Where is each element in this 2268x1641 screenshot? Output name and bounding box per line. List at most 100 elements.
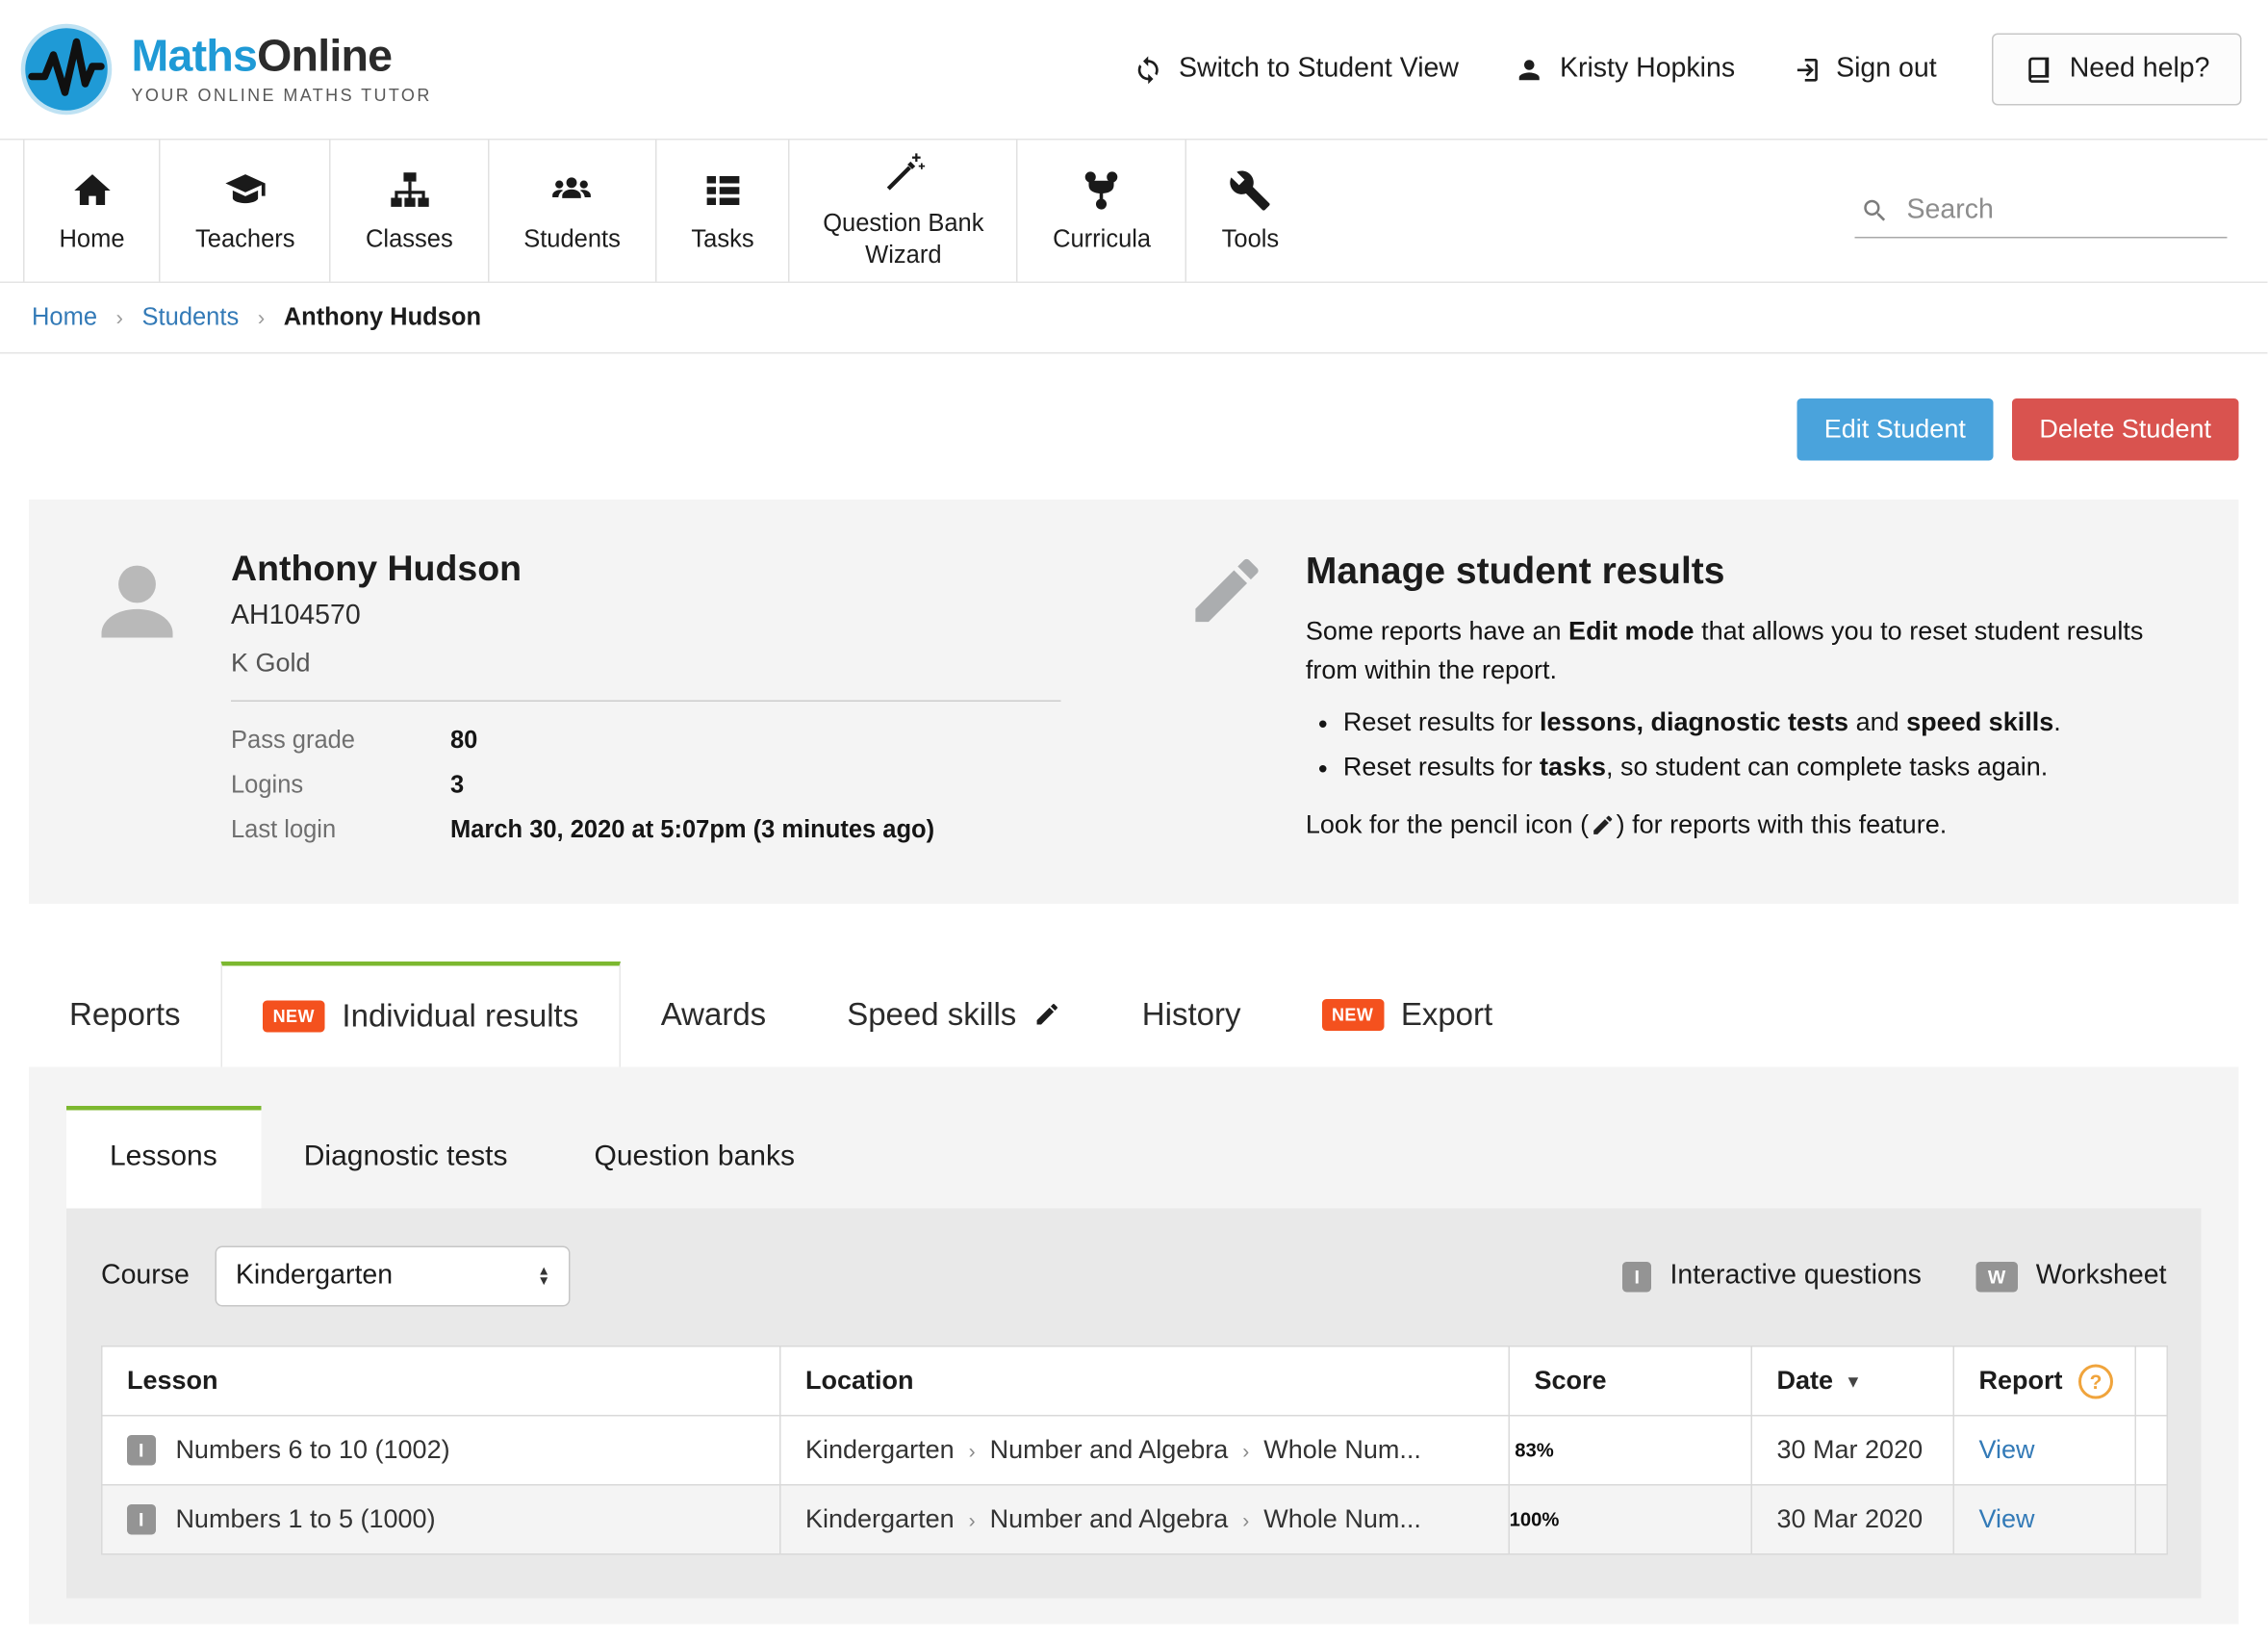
legend-label: Worksheet bbox=[2036, 1261, 2167, 1293]
logo-text: MathsOnline YOUR ONLINE MATHS TUTOR bbox=[132, 34, 432, 105]
header-actions: Switch to Student View Kristy Hopkins Si… bbox=[1133, 34, 2242, 106]
mathsonline-logo[interactable]: MathsOnline YOUR ONLINE MATHS TUTOR bbox=[20, 23, 432, 115]
question-circle-icon[interactable]: ? bbox=[2078, 1364, 2113, 1398]
stat-pass-grade: Pass grade 80 bbox=[231, 727, 1061, 756]
chevron-right-icon: › bbox=[1242, 1509, 1249, 1532]
top-header: MathsOnline YOUR ONLINE MATHS TUTOR Swit… bbox=[0, 0, 2268, 141]
tab-label: Awards bbox=[661, 995, 766, 1033]
sign-out-button[interactable]: Sign out bbox=[1790, 54, 1937, 86]
bullet-item: Reset results for tasks, so student can … bbox=[1343, 748, 2184, 787]
need-help-button[interactable]: Need help? bbox=[1992, 34, 2242, 106]
nav-item-curricula[interactable]: Curricula bbox=[1017, 141, 1186, 282]
nav-item-tools[interactable]: Tools bbox=[1185, 141, 1313, 282]
main-nav: Home Teachers Classes Students Tasks Que… bbox=[0, 141, 2268, 284]
view-report-link[interactable]: View bbox=[1979, 1504, 2035, 1533]
manage-results-section: Manage student results Some reports have… bbox=[1176, 549, 2184, 860]
wrench-icon bbox=[1229, 168, 1272, 212]
table-row: INumbers 1 to 5 (1000) Kindergarten›Numb… bbox=[102, 1485, 2168, 1554]
nav-item-tasks[interactable]: Tasks bbox=[655, 141, 789, 282]
manage-bullets: Reset results for lessons, diagnostic te… bbox=[1343, 704, 2184, 787]
new-badge: NEW bbox=[1321, 998, 1383, 1030]
nav-label: Curricula bbox=[1053, 224, 1151, 253]
tasks-icon bbox=[701, 168, 744, 212]
col-date-label: Date bbox=[1777, 1366, 1834, 1397]
breadcrumb-home[interactable]: Home bbox=[32, 303, 97, 332]
bullet-item: Reset results for lessons, diagnostic te… bbox=[1343, 704, 2184, 743]
bold-text: tasks bbox=[1540, 753, 1606, 782]
chevron-right-icon: › bbox=[258, 305, 266, 330]
location-segment: Whole Num... bbox=[1263, 1435, 1421, 1464]
stat-value: 80 bbox=[450, 727, 477, 756]
individual-results-panel: Lessons Diagnostic tests Question banks … bbox=[29, 1067, 2239, 1625]
subtab-question-banks[interactable]: Question banks bbox=[551, 1106, 838, 1209]
nav-item-students[interactable]: Students bbox=[488, 141, 655, 282]
nav-item-teachers[interactable]: Teachers bbox=[160, 141, 330, 282]
search-input[interactable] bbox=[1907, 194, 2222, 226]
logo-tagline: YOUR ONLINE MATHS TUTOR bbox=[132, 85, 432, 105]
nav-item-question-bank-wizard[interactable]: Question Bank Wizard bbox=[789, 141, 1017, 282]
location-path: Kindergarten›Number and Algebra›Whole Nu… bbox=[805, 1504, 1421, 1533]
col-report-label: Report bbox=[1979, 1366, 2063, 1397]
stat-value: 3 bbox=[450, 771, 464, 800]
location-segment: Number and Algebra bbox=[990, 1435, 1229, 1464]
location-segment: Kindergarten bbox=[805, 1435, 955, 1464]
course-select[interactable]: Kindergarten ▲▼ bbox=[216, 1246, 571, 1307]
interactive-badge: I bbox=[127, 1435, 155, 1466]
sign-out-icon bbox=[1790, 54, 1821, 85]
subtab-diagnostic-tests[interactable]: Diagnostic tests bbox=[261, 1106, 551, 1209]
delete-student-button[interactable]: Delete Student bbox=[2012, 398, 2239, 461]
tab-label: History bbox=[1142, 995, 1241, 1033]
tab-reports[interactable]: Reports bbox=[29, 962, 221, 1067]
tab-individual-results[interactable]: NEW Individual results bbox=[221, 962, 621, 1067]
nav-label: Students bbox=[523, 224, 621, 253]
text: Some reports have an bbox=[1306, 617, 1568, 646]
need-help-label: Need help? bbox=[2070, 54, 2210, 86]
tab-label: Reports bbox=[69, 995, 181, 1033]
sitemap-icon bbox=[388, 168, 431, 212]
breadcrumb-students[interactable]: Students bbox=[142, 303, 240, 332]
lesson-name: Numbers 1 to 5 (1000) bbox=[175, 1504, 435, 1535]
student-class: K Gold bbox=[231, 649, 1061, 703]
current-user-menu[interactable]: Kristy Hopkins bbox=[1514, 54, 1735, 86]
edit-student-button[interactable]: Edit Student bbox=[1797, 398, 1993, 461]
view-report-link[interactable]: View bbox=[1979, 1435, 2035, 1464]
results-table: Lesson Location Score Date▼ Report? INum… bbox=[101, 1346, 2168, 1555]
student-name: Anthony Hudson bbox=[231, 549, 1061, 591]
nav-item-classes[interactable]: Classes bbox=[330, 141, 488, 282]
nav-item-home[interactable]: Home bbox=[23, 141, 160, 282]
bold-text: Edit mode bbox=[1568, 617, 1695, 646]
tab-history[interactable]: History bbox=[1102, 962, 1282, 1067]
text: Reset results for bbox=[1343, 707, 1540, 736]
breadcrumb: Home › Students › Anthony Hudson bbox=[0, 283, 2268, 354]
interactive-badge: I bbox=[127, 1504, 155, 1535]
tab-export[interactable]: NEW Export bbox=[1281, 962, 1533, 1067]
location-segment: Number and Algebra bbox=[990, 1504, 1229, 1533]
chevron-right-icon: › bbox=[116, 305, 124, 330]
col-score: Score bbox=[1509, 1346, 1751, 1416]
text: , so student can complete tasks again. bbox=[1606, 753, 2048, 782]
switch-student-view-button[interactable]: Switch to Student View bbox=[1133, 54, 1459, 86]
manage-intro: Some reports have an Edit mode that allo… bbox=[1306, 612, 2184, 690]
book-icon bbox=[2024, 54, 2054, 85]
graduation-cap-icon bbox=[223, 168, 267, 212]
search-box bbox=[1855, 184, 2228, 238]
col-date[interactable]: Date▼ bbox=[1751, 1346, 1953, 1416]
search-icon bbox=[1861, 195, 1890, 224]
course-filter-row: Course Kindergarten ▲▼ I Interactive que… bbox=[101, 1246, 2167, 1307]
user-icon bbox=[1514, 54, 1544, 85]
refresh-icon bbox=[1133, 54, 1163, 85]
nav-label: Tasks bbox=[691, 224, 753, 253]
table-header-row: Lesson Location Score Date▼ Report? bbox=[102, 1346, 2168, 1416]
nav-label: Home bbox=[60, 224, 125, 253]
table-row: INumbers 6 to 10 (1002) Kindergarten›Num… bbox=[102, 1416, 2168, 1485]
tab-speed-skills[interactable]: Speed skills bbox=[806, 962, 1102, 1067]
tab-awards[interactable]: Awards bbox=[621, 962, 806, 1067]
select-arrows-icon: ▲▼ bbox=[537, 1267, 549, 1286]
worksheet-badge: W bbox=[1976, 1261, 2017, 1292]
manage-results-text: Manage student results Some reports have… bbox=[1306, 549, 2184, 860]
subtab-lessons[interactable]: Lessons bbox=[66, 1106, 261, 1209]
stat-label: Last login bbox=[231, 816, 450, 845]
sign-out-label: Sign out bbox=[1836, 54, 1937, 86]
pencil-icon bbox=[1185, 549, 1268, 860]
student-actions: Edit Student Delete Student bbox=[0, 354, 2268, 500]
